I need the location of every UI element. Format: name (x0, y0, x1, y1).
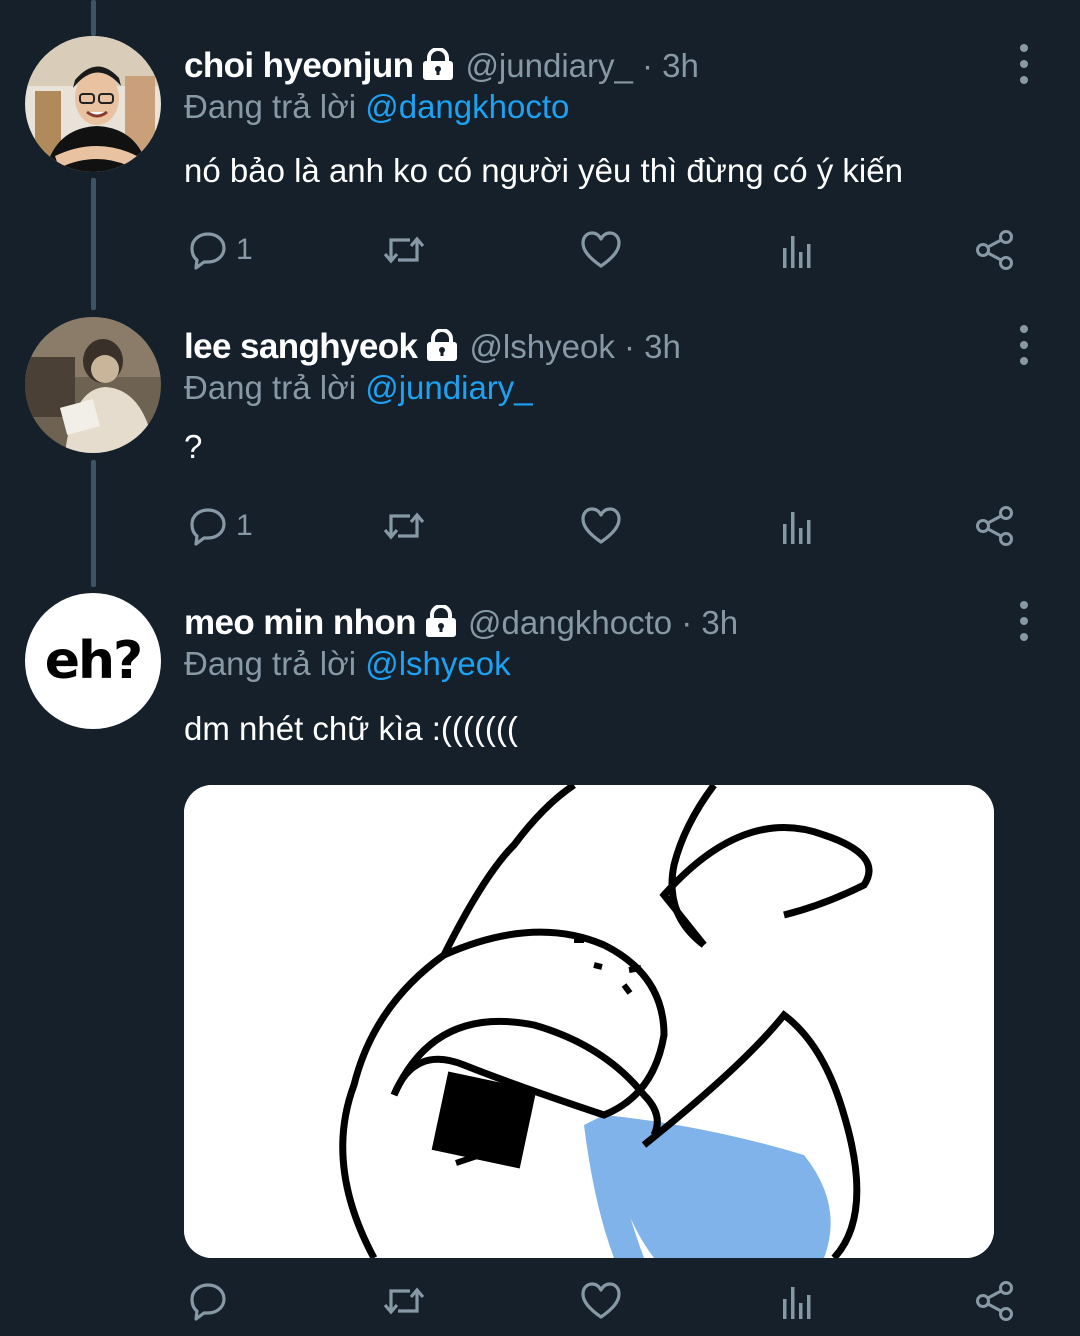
avatar[interactable] (25, 317, 161, 453)
reply-button[interactable]: 1 (188, 226, 253, 274)
reply-mention-link[interactable]: @dangkhocto (365, 88, 569, 125)
reply-button[interactable]: 1 (188, 502, 253, 550)
tweet-actions: 1 (184, 226, 1024, 274)
reply-count: 1 (236, 509, 253, 542)
more-options-icon[interactable] (1014, 44, 1034, 84)
like-icon (581, 507, 621, 544)
tweet-actions (184, 1277, 1024, 1325)
like-button[interactable] (580, 226, 622, 274)
tweet[interactable]: lee sanghyeok @lshyeok · 3h Đang trả lời… (0, 281, 1080, 581)
reply-count: 1 (236, 233, 253, 266)
reply-icon (190, 508, 226, 546)
reply-prefix: Đang trả lời (184, 645, 357, 682)
tweet-header: choi hyeonjun @jundiary_ · 3h (184, 44, 699, 88)
retweet-button[interactable] (382, 226, 426, 274)
analytics-icon (783, 1287, 811, 1319)
retweet-icon (383, 236, 425, 264)
more-options-icon[interactable] (1014, 601, 1034, 641)
analytics-button[interactable] (780, 226, 816, 274)
tweet-text: ? (184, 428, 203, 465)
analytics-icon (783, 512, 811, 544)
tweet-actions: 1 (184, 502, 1024, 550)
like-button[interactable] (580, 1277, 622, 1325)
reply-icon (190, 232, 226, 270)
like-button[interactable] (580, 502, 622, 550)
share-icon (976, 506, 1013, 546)
analytics-icon (783, 236, 811, 268)
lock-icon (425, 327, 459, 366)
reply-prefix: Đang trả lời (184, 369, 357, 406)
share-icon (976, 230, 1013, 270)
tweet-media-image[interactable] (184, 785, 994, 1258)
handle-time: @jundiary_ · 3h (465, 47, 699, 84)
tweet[interactable]: choi hyeonjun @jundiary_ · 3h Đang trả l… (0, 0, 1080, 300)
reply-prefix: Đang trả lời (184, 88, 357, 125)
avatar[interactable] (25, 36, 161, 172)
tweet-text: dm nhét chữ kìa :((((((( (184, 710, 518, 747)
avatar[interactable]: eh? (25, 593, 161, 729)
share-icon (976, 1281, 1013, 1321)
handle-time: @lshyeok · 3h (469, 328, 681, 365)
like-icon (581, 1282, 621, 1319)
tweet-text: nó bảo là anh ko có người yêu thì đừng c… (184, 152, 903, 189)
avatar-text: eh? (44, 631, 143, 691)
display-name[interactable]: choi hyeonjun (184, 46, 414, 86)
retweet-icon (383, 1287, 425, 1315)
like-icon (581, 231, 621, 268)
retweet-button[interactable] (382, 502, 426, 550)
reply-mention-link[interactable]: @lshyeok (365, 645, 510, 682)
lock-icon (421, 46, 455, 85)
reply-mention-link[interactable]: @jundiary_ (365, 369, 532, 406)
handle-time: @dangkhocto · 3h (467, 604, 739, 641)
tweet-header: meo min nhon @dangkhocto · 3h (184, 601, 738, 645)
analytics-button[interactable] (780, 1277, 816, 1325)
replying-to: Đang trả lời @dangkhocto (184, 88, 569, 126)
retweet-button[interactable] (382, 1277, 426, 1325)
share-button[interactable] (974, 502, 1016, 550)
more-options-icon[interactable] (1014, 325, 1034, 365)
replying-to: Đang trả lời @jundiary_ (184, 369, 533, 407)
share-button[interactable] (974, 226, 1016, 274)
analytics-button[interactable] (780, 502, 816, 550)
share-button[interactable] (974, 1277, 1016, 1325)
reply-icon (190, 1283, 226, 1321)
tweet[interactable]: eh? meo min nhon @dangkhocto · 3h Đang t… (0, 557, 1080, 1336)
replying-to: Đang trả lời @lshyeok (184, 645, 511, 683)
display-name[interactable]: lee sanghyeok (184, 327, 418, 367)
display-name[interactable]: meo min nhon (184, 603, 417, 643)
tweet-header: lee sanghyeok @lshyeok · 3h (184, 325, 681, 369)
reply-button[interactable] (188, 1277, 236, 1325)
lock-icon (424, 603, 458, 642)
retweet-icon (383, 512, 425, 540)
